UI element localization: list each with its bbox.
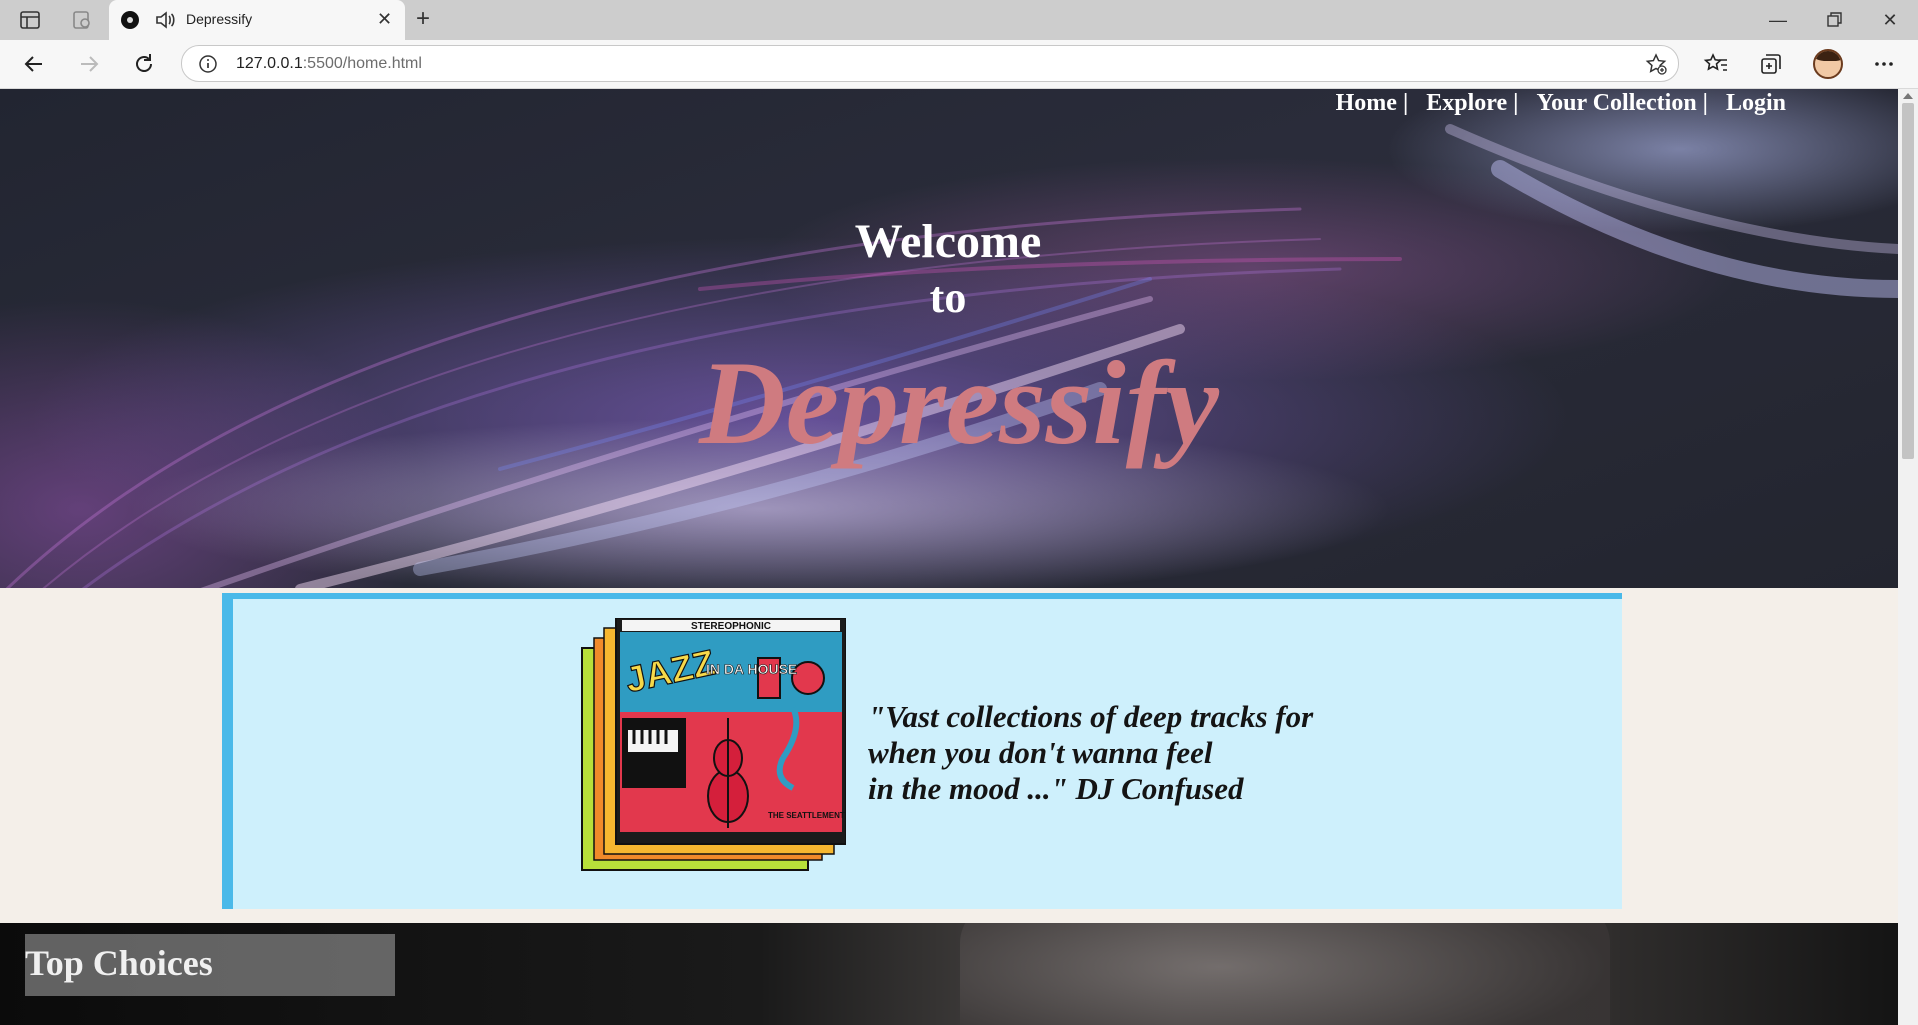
address-bar[interactable]: 127.0.0.1:5500/home.html: [181, 45, 1679, 82]
nav-separator: |: [1702, 90, 1708, 116]
nav-separator: |: [1402, 90, 1409, 116]
audio-playing-icon[interactable]: [153, 8, 177, 32]
minimize-icon[interactable]: —: [1764, 6, 1792, 34]
album-top-text: STEREOPHONIC: [691, 621, 771, 632]
album-band-text: THE SEATTLEMENT QUARTET: [768, 811, 846, 820]
collections-icon[interactable]: [1757, 50, 1785, 78]
brand-title: Depressify: [699, 336, 1219, 469]
tab-actions-icon[interactable]: [18, 8, 42, 32]
close-tab-icon[interactable]: ✕: [377, 8, 392, 30]
close-window-icon[interactable]: ✕: [1876, 6, 1904, 34]
quote-text: "Vast collections of deep tracks for whe…: [868, 699, 1314, 806]
album-cover-image: STEREOPHONIC JAZZ IN DA HOUSE THE SEATTL…: [581, 618, 846, 871]
site-info-icon[interactable]: [198, 54, 218, 74]
top-choices-title: Top Choices: [25, 943, 213, 983]
top-choices-header: Top Choices: [25, 934, 395, 996]
hero-banner: Home | Explore | Your Collection | Login…: [0, 89, 1898, 588]
welcome-to-text: to: [929, 273, 967, 322]
browser-toolbar: 127.0.0.1:5500/home.html: [0, 40, 1918, 89]
album-subtitle-text: IN DA HOUSE: [706, 661, 797, 677]
profile-avatar[interactable]: [1813, 49, 1843, 79]
favorites-icon[interactable]: [1702, 50, 1730, 78]
workspaces-icon[interactable]: [70, 8, 94, 32]
page-viewport: Home | Explore | Your Collection | Login…: [0, 89, 1898, 1025]
welcome-heading: Welcome: [854, 215, 1042, 268]
more-icon[interactable]: [1870, 50, 1898, 78]
nav-your-collection-link[interactable]: Your Collection: [1536, 89, 1696, 121]
speaker-background-image: [960, 923, 1610, 1025]
tab-strip: Depressify ✕ + — ✕: [0, 0, 1918, 40]
restore-icon[interactable]: [1820, 6, 1848, 34]
scroll-thumb[interactable]: [1902, 103, 1914, 459]
main-nav: Home | Explore | Your Collection | Login: [1336, 89, 1786, 121]
nav-separator: |: [1513, 90, 1519, 116]
page-scrollbar[interactable]: [1898, 89, 1918, 1025]
active-tab[interactable]: Depressify ✕: [109, 0, 405, 40]
refresh-icon[interactable]: [130, 50, 158, 78]
top-choices-section: Top Choices: [0, 923, 1898, 1025]
featured-quote-panel: STEREOPHONIC JAZZ IN DA HOUSE THE SEATTL…: [222, 593, 1622, 909]
nav-login-link[interactable]: Login: [1726, 89, 1786, 121]
url-text: 127.0.0.1:5500/home.html: [236, 55, 422, 72]
scroll-up-icon[interactable]: [1903, 93, 1913, 99]
nav-explore-link[interactable]: Explore: [1426, 89, 1507, 121]
tab-title: Depressify: [186, 11, 253, 27]
add-favorite-icon[interactable]: [1644, 52, 1668, 76]
nav-home-link[interactable]: Home: [1336, 89, 1397, 121]
vinyl-favicon-icon: [121, 11, 139, 29]
back-icon[interactable]: [20, 50, 48, 78]
new-tab-icon[interactable]: +: [416, 5, 430, 33]
forward-icon[interactable]: [75, 50, 103, 78]
